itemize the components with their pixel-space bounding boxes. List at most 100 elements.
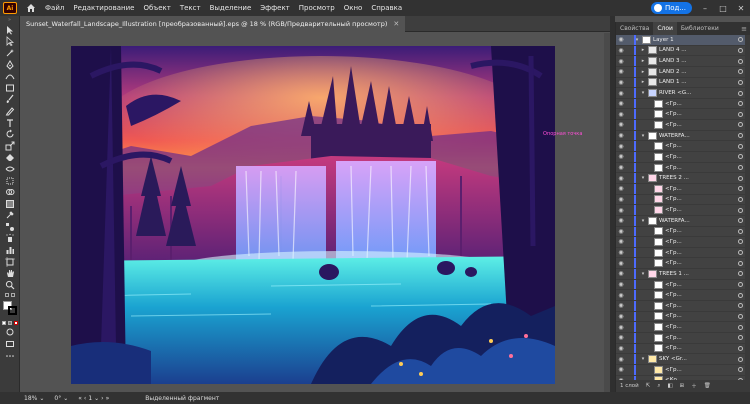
gradient-tool-icon[interactable] bbox=[0, 198, 20, 210]
layer-target-icon[interactable] bbox=[738, 111, 743, 117]
layer-row[interactable]: ◉ <Гр... bbox=[616, 332, 746, 344]
tab-libraries[interactable]: Библиотеки bbox=[677, 22, 723, 35]
layer-row[interactable]: ◉ <Гр... bbox=[616, 109, 746, 121]
layer-name[interactable]: <Гр... bbox=[665, 345, 738, 351]
toolbar-grip-icon[interactable]: » bbox=[0, 16, 19, 24]
layer-name[interactable]: <Гр... bbox=[665, 207, 738, 213]
layer-row[interactable]: ◉ ▾ TREES 2 ... bbox=[616, 173, 746, 184]
layer-name[interactable]: <Гр... bbox=[665, 282, 738, 288]
layer-target-icon[interactable] bbox=[738, 37, 743, 43]
menu-item-1[interactable]: Редактирование bbox=[73, 4, 134, 12]
close-document-icon[interactable]: ✕ bbox=[393, 20, 399, 28]
layer-row[interactable]: ◉ <Гр... bbox=[616, 311, 746, 323]
visibility-eye-icon[interactable]: ◉ bbox=[616, 292, 626, 299]
layer-target-icon[interactable] bbox=[738, 186, 743, 192]
visibility-eye-icon[interactable]: ◉ bbox=[616, 302, 626, 309]
prev-artboard-icon[interactable]: ‹ bbox=[84, 395, 86, 402]
layer-name[interactable]: LAND 2 ... bbox=[659, 69, 738, 75]
layer-target-icon[interactable] bbox=[738, 133, 743, 139]
layers-scrollbar[interactable] bbox=[745, 35, 750, 380]
visibility-eye-icon[interactable]: ◉ bbox=[616, 366, 626, 373]
visibility-eye-icon[interactable]: ◉ bbox=[616, 324, 626, 331]
default-colors-icon[interactable] bbox=[4, 292, 9, 297]
none-mode-icon[interactable] bbox=[13, 320, 18, 325]
visibility-eye-icon[interactable]: ◉ bbox=[616, 196, 626, 203]
visibility-eye-icon[interactable]: ◉ bbox=[616, 313, 626, 320]
layer-name[interactable]: <Гр... bbox=[665, 143, 738, 149]
layer-target-icon[interactable] bbox=[738, 356, 743, 362]
expand-toggle-icon[interactable]: ▸ bbox=[640, 79, 646, 85]
canvas-area[interactable]: Опорная точка bbox=[20, 33, 610, 392]
layer-target-icon[interactable] bbox=[738, 143, 743, 149]
layer-name[interactable]: <Гр... bbox=[665, 122, 738, 128]
expand-toggle-icon[interactable]: ▸ bbox=[640, 47, 646, 53]
visibility-eye-icon[interactable]: ◉ bbox=[616, 238, 626, 245]
type-tool-icon[interactable] bbox=[0, 117, 20, 129]
layer-row[interactable]: ◉ <Гр... bbox=[616, 120, 746, 131]
menu-item-3[interactable]: Текст bbox=[180, 4, 201, 12]
visibility-eye-icon[interactable]: ◉ bbox=[616, 228, 626, 235]
layer-name[interactable]: LAND 4 ... bbox=[659, 47, 738, 53]
visibility-eye-icon[interactable]: ◉ bbox=[616, 68, 626, 75]
artboard-number[interactable]: 1 bbox=[88, 395, 92, 402]
artboard-illustration[interactable] bbox=[71, 46, 555, 384]
layer-target-icon[interactable] bbox=[738, 154, 743, 160]
layer-row[interactable]: ◉ <Гр... bbox=[616, 152, 746, 163]
layer-name[interactable]: TREES 1 ... bbox=[659, 271, 738, 277]
layer-name[interactable]: <Гр... bbox=[665, 154, 738, 160]
first-artboard-icon[interactable]: « bbox=[78, 395, 82, 402]
visibility-eye-icon[interactable]: ◉ bbox=[616, 143, 626, 150]
layer-row[interactable]: ◉ <Гр... bbox=[616, 301, 746, 312]
layer-row[interactable]: ◉ <Гр... bbox=[616, 194, 746, 206]
layer-name[interactable]: TREES 2 ... bbox=[659, 175, 738, 181]
visibility-eye-icon[interactable]: ◉ bbox=[616, 153, 626, 160]
layer-row[interactable]: ◉ <Гр... bbox=[616, 162, 746, 174]
layer-target-icon[interactable] bbox=[738, 271, 743, 277]
layer-target-icon[interactable] bbox=[738, 324, 743, 330]
layer-target-icon[interactable] bbox=[738, 79, 743, 85]
layer-row[interactable]: ◉ <Гр... bbox=[616, 141, 746, 153]
layer-row[interactable]: ◉ <Гр... bbox=[616, 247, 746, 259]
visibility-eye-icon[interactable]: ◉ bbox=[616, 164, 626, 171]
layer-row[interactable]: ◉ <Гр... bbox=[616, 205, 746, 216]
screen-mode-icon[interactable] bbox=[0, 338, 20, 350]
direct-selection-tool-icon[interactable] bbox=[0, 36, 20, 48]
visibility-eye-icon[interactable]: ◉ bbox=[616, 217, 626, 224]
tab-layers[interactable]: Слои bbox=[653, 22, 677, 35]
layer-target-icon[interactable] bbox=[738, 218, 743, 224]
layer-row[interactable]: ◉ <Гр... bbox=[616, 237, 746, 248]
layer-target-icon[interactable] bbox=[738, 165, 743, 170]
gradient-mode-icon[interactable] bbox=[7, 320, 12, 325]
curvature-tool-icon[interactable] bbox=[0, 70, 20, 82]
layer-row[interactable]: ◉ ▾ WATERFA... bbox=[616, 215, 746, 227]
expand-toggle-icon[interactable]: ▾ bbox=[640, 271, 646, 277]
layer-target-icon[interactable] bbox=[738, 335, 743, 341]
delete-layer-icon[interactable]: 🗑 bbox=[704, 383, 711, 389]
visibility-eye-icon[interactable]: ◉ bbox=[616, 90, 626, 97]
layer-name[interactable]: Layer 1 bbox=[653, 37, 738, 43]
graph-tool-icon[interactable] bbox=[0, 244, 20, 256]
locate-object-icon[interactable]: ⌕ bbox=[657, 383, 660, 390]
menu-item-8[interactable]: Справка bbox=[371, 4, 402, 12]
visibility-eye-icon[interactable]: ◉ bbox=[616, 58, 626, 65]
layer-row[interactable]: ◉ <Гр... bbox=[616, 98, 746, 110]
visibility-eye-icon[interactable]: ◉ bbox=[616, 47, 626, 54]
visibility-eye-icon[interactable]: ◉ bbox=[616, 356, 626, 363]
layer-row[interactable]: ◉ <Гр... bbox=[616, 364, 746, 376]
layer-name[interactable]: <Гр... bbox=[665, 186, 738, 192]
pencil-tool-icon[interactable] bbox=[0, 105, 20, 117]
layer-row[interactable]: ◉ <Гр... bbox=[616, 183, 746, 195]
width-tool-icon[interactable] bbox=[0, 163, 20, 175]
menu-item-5[interactable]: Эффект bbox=[260, 4, 289, 12]
visibility-eye-icon[interactable]: ◉ bbox=[616, 111, 626, 118]
layer-name[interactable]: SKY <Gr... bbox=[659, 356, 738, 362]
layer-target-icon[interactable] bbox=[738, 367, 743, 373]
layer-name[interactable]: LAND 1 ... bbox=[659, 79, 738, 85]
layer-target-icon[interactable] bbox=[738, 239, 743, 245]
layer-target-icon[interactable] bbox=[738, 292, 743, 298]
layer-target-icon[interactable] bbox=[738, 313, 743, 319]
menu-item-6[interactable]: Просмотр bbox=[299, 4, 335, 12]
expand-toggle-icon[interactable]: ▸ bbox=[640, 69, 646, 75]
eyedropper-tool-icon[interactable] bbox=[0, 210, 20, 222]
layer-name[interactable]: <Гр... bbox=[665, 111, 738, 117]
